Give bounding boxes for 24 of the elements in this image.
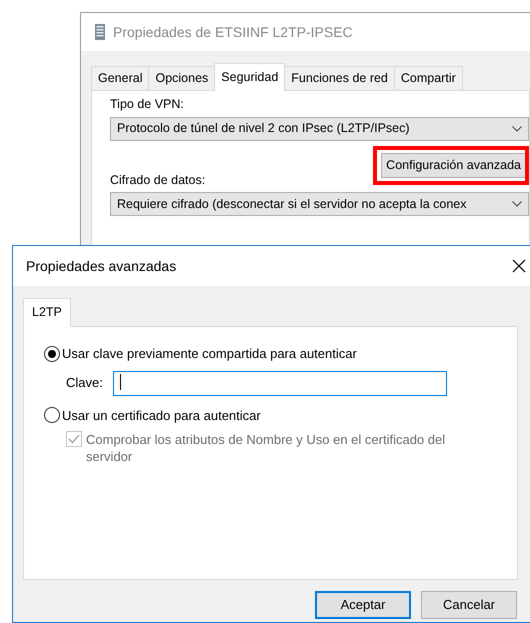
ok-button[interactable]: Aceptar [315,591,411,619]
dropdown[interactable]: Requiere cifrado (desconectar si el servidor no acepta la conex [110,192,529,216]
option-label: Usar un certificado para autenticar [62,406,261,425]
close-icon[interactable] [512,259,526,273]
cancel-button[interactable]: Cancelar [421,591,517,619]
chevron-down-icon [512,201,522,208]
window-title: Propiedades de ETSIINF L2TP-IPSEC [113,22,353,42]
option-label: Usar clave previamente compartida para autenticar [62,345,357,363]
server-icon [95,24,105,40]
radio-button[interactable] [44,346,60,362]
tab[interactable]: Compartir [394,66,463,90]
tab[interactable]: General [91,66,150,90]
window-title: Propiedades avanzadas [26,256,176,276]
input-field[interactable] [112,370,447,396]
field-label: Cifrado de datos: [110,172,206,188]
radio-button[interactable] [44,407,60,424]
tab[interactable]: L2TP [23,298,71,327]
tab[interactable]: Seguridad [214,63,286,91]
field-label: Clave: [66,374,103,392]
advanced-settings-button[interactable]: Configuración avanzada [381,152,525,178]
checkbox-label: Comprobar los atributos de Nombre y Uso en el certificado del servidor [86,431,446,465]
dropdown[interactable]: Protocolo de túnel de nivel 2 con IPsec (L2TP/IPsec) [110,116,529,141]
chevron-down-icon [512,126,522,132]
field-label: Tipo de VPN: [110,96,185,113]
